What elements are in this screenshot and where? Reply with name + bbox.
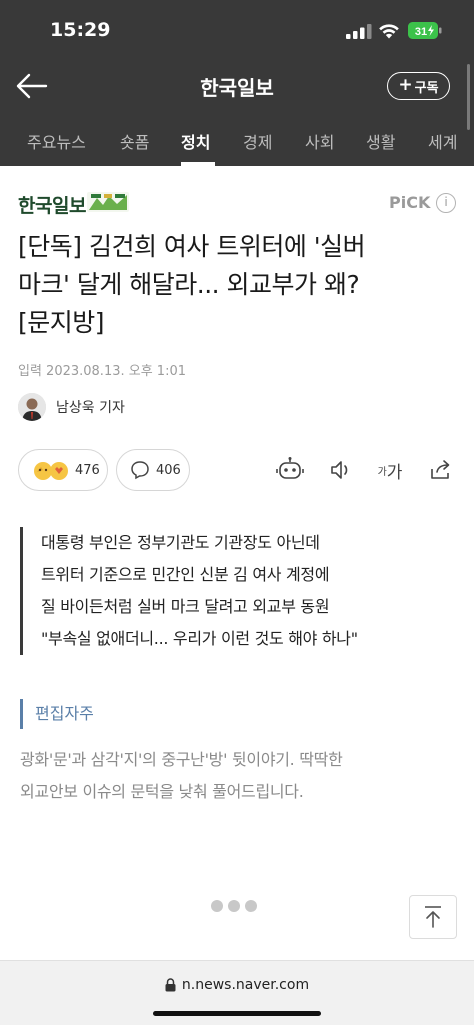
battery-icon: 31 bbox=[408, 22, 442, 39]
lock-icon bbox=[165, 978, 176, 992]
publish-date: 입력 2023.08.13. 오후 1:01 bbox=[18, 364, 186, 379]
press-logo[interactable]: 한국일보 bbox=[18, 191, 86, 218]
font-size-small-glyph: 가 bbox=[377, 466, 387, 478]
ai-summary-button[interactable] bbox=[276, 455, 304, 485]
plus-icon: + bbox=[398, 74, 413, 95]
reaction-button[interactable]: 476 bbox=[18, 449, 108, 491]
share-icon bbox=[431, 460, 450, 479]
arrow-left-icon bbox=[16, 73, 48, 99]
summary-line: 트위터 기준으로 민간인 신분 김 여사 계정에 bbox=[41, 565, 330, 584]
cellular-signal-icon bbox=[346, 24, 372, 39]
summary-line: 대통령 부인은 정부기관도 기관장도 아닌데 bbox=[41, 533, 320, 552]
summary-line: "부속실 없애더니... 우리가 이런 것도 해야 하나" bbox=[41, 629, 358, 648]
wifi-icon bbox=[379, 24, 399, 39]
comment-button[interactable]: 406 bbox=[116, 449, 190, 491]
headline-line: [단독] 김건희 여사 트위터에 '실버 bbox=[18, 232, 366, 261]
tab-main-news[interactable]: 주요뉴스 bbox=[27, 129, 86, 153]
comment-count: 406 bbox=[156, 462, 181, 478]
url-display[interactable]: n.news.naver.com bbox=[0, 977, 474, 993]
nav-bar: 한국일보 + 구독 bbox=[0, 60, 474, 114]
press-badge-icon bbox=[87, 192, 129, 212]
tab-life[interactable]: 생활 bbox=[366, 129, 395, 153]
url-text: n.news.naver.com bbox=[181, 977, 310, 993]
read-aloud-button[interactable] bbox=[328, 455, 354, 485]
tab-politics[interactable]: 정치 bbox=[181, 129, 210, 153]
article-headline: [단독] 김건희 여사 트위터에 '실버 마크' 달게 해달라... 외교부가 … bbox=[18, 228, 458, 342]
emoji-reaction-icon bbox=[34, 462, 68, 480]
tab-world[interactable]: 세계 bbox=[428, 129, 457, 153]
editor-note-line: 광화'문'과 삼각'지'의 중구난'방' 뒷이야기. 딱딱한 bbox=[20, 750, 343, 769]
article-summary: 대통령 부인은 정부기관도 기관장도 아닌데 트위터 기준으로 민간인 신분 김… bbox=[20, 527, 460, 655]
arrow-up-icon bbox=[425, 906, 441, 928]
reporter-name: 남상욱 기자 bbox=[56, 400, 125, 416]
back-button[interactable] bbox=[14, 70, 50, 102]
loading-dots bbox=[211, 900, 257, 912]
top-header: 15:29 31 한국일보 + 구독 주요뉴스 숏폼 정치 경제 사회 생활 세… bbox=[0, 0, 474, 166]
loading-dot bbox=[228, 900, 240, 912]
loading-dot bbox=[211, 900, 223, 912]
share-button[interactable] bbox=[428, 455, 454, 485]
tab-economy[interactable]: 경제 bbox=[243, 129, 272, 153]
tab-society[interactable]: 사회 bbox=[305, 129, 334, 153]
tab-shortform[interactable]: 숏폼 bbox=[120, 129, 149, 153]
font-size-large-glyph: 가 bbox=[386, 462, 403, 483]
loading-dot bbox=[245, 900, 257, 912]
speaker-icon bbox=[331, 461, 348, 479]
status-bar: 15:29 31 bbox=[0, 0, 474, 60]
pick-label: PiCK bbox=[389, 193, 431, 212]
battery-level: 31 bbox=[415, 26, 427, 38]
status-time: 15:29 bbox=[50, 19, 111, 41]
editor-note-line: 외교안보 이슈의 문턱을 낮춰 풀어드립니다. bbox=[20, 782, 304, 801]
subscribe-button[interactable]: + 구독 bbox=[387, 72, 450, 100]
scroll-indicator bbox=[467, 64, 470, 130]
editor-note-title: 편집자주 bbox=[20, 699, 94, 729]
reporter-avatar bbox=[18, 393, 46, 421]
headline-line: 마크' 달게 해달라... 외교부가 왜? bbox=[18, 270, 360, 299]
headline-line: [문지방] bbox=[18, 308, 105, 337]
robot-icon bbox=[276, 457, 304, 479]
info-icon[interactable]: i bbox=[436, 193, 456, 213]
reporter-link[interactable]: 남상욱 기자 bbox=[18, 392, 125, 422]
subscribe-label: 구독 bbox=[414, 80, 439, 96]
reaction-count: 476 bbox=[75, 462, 100, 478]
home-indicator bbox=[153, 1011, 321, 1016]
comment-icon bbox=[131, 461, 149, 480]
category-tabs: 주요뉴스 숏폼 정치 경제 사회 생활 세계 bbox=[0, 114, 474, 166]
editor-note-body: 광화'문'과 삼각'지'의 중구난'방' 뒷이야기. 딱딱한 외교안보 이슈의 … bbox=[20, 744, 460, 808]
active-tab-underline bbox=[181, 162, 215, 166]
summary-line: 질 바이든처럼 실버 마크 달려고 외교부 동원 bbox=[41, 597, 330, 616]
scroll-to-top-button[interactable] bbox=[409, 895, 457, 939]
font-size-button[interactable]: 가가 bbox=[374, 455, 406, 485]
